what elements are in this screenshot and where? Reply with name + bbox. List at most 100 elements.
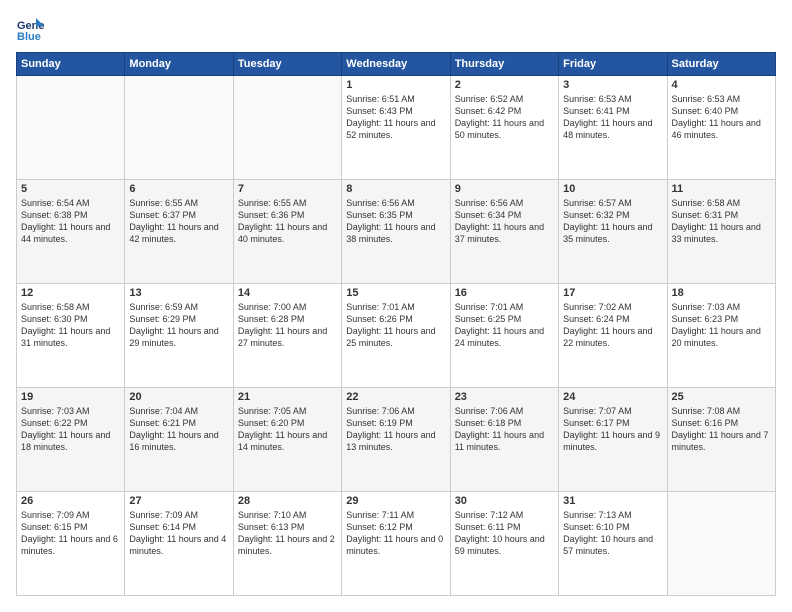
cell-info: Sunrise: 6:51 AMSunset: 6:43 PMDaylight:… <box>346 93 445 142</box>
calendar-cell: 18Sunrise: 7:03 AMSunset: 6:23 PMDayligh… <box>667 284 775 388</box>
calendar-week-1: 1 Sunrise: 6:51 AMSunset: 6:43 PMDaylight… <box>17 76 776 180</box>
cell-info: Sunrise: 7:06 AMSunset: 6:19 PMDaylight:… <box>346 405 445 454</box>
cell-info: Sunrise: 7:08 AMSunset: 6:16 PMDaylight:… <box>672 405 771 454</box>
calendar-cell: 8 Sunrise: 6:56 AMSunset: 6:35 PMDaylight… <box>342 180 450 284</box>
day-number: 18 <box>672 287 771 299</box>
cell-info: Sunrise: 6:54 AMSunset: 6:38 PMDaylight:… <box>21 197 120 246</box>
calendar-cell: 16 Sunrise: 7:01 AMSunset: 6:25 PMDayligh… <box>450 284 558 388</box>
calendar-cell: 7Sunrise: 6:55 AMSunset: 6:36 PMDaylight… <box>233 180 341 284</box>
calendar-cell: 5 Sunrise: 6:54 AMSunset: 6:38 PMDaylight… <box>17 180 125 284</box>
calendar-week-2: 5 Sunrise: 6:54 AMSunset: 6:38 PMDaylight… <box>17 180 776 284</box>
cell-info: Sunrise: 6:53 AMSunset: 6:40 PMDaylight:… <box>672 93 771 142</box>
day-header-sunday: Sunday <box>17 53 125 76</box>
calendar-cell: 24 Sunrise: 7:07 AMSunset: 6:17 PMDayligh… <box>559 388 667 492</box>
day-number: 14 <box>238 287 337 299</box>
cell-info: Sunrise: 6:57 AMSunset: 6:32 PMDaylight:… <box>563 197 662 246</box>
day-number: 17 <box>563 287 662 299</box>
cell-info: Sunrise: 7:07 AMSunset: 6:17 PMDaylight:… <box>563 405 662 454</box>
cell-info: Sunrise: 6:55 AMSunset: 6:36 PMDaylight:… <box>238 197 337 246</box>
day-header-thursday: Thursday <box>450 53 558 76</box>
calendar-cell: 4 Sunrise: 6:53 AMSunset: 6:40 PMDaylight… <box>667 76 775 180</box>
cell-info: Sunrise: 7:12 AMSunset: 6:11 PMDaylight:… <box>455 509 554 558</box>
day-number: 16 <box>455 287 554 299</box>
cell-info: Sunrise: 7:09 AMSunset: 6:15 PMDaylight:… <box>21 509 120 558</box>
svg-text:Blue: Blue <box>17 31 41 43</box>
day-number: 10 <box>563 183 662 195</box>
day-number: 30 <box>455 495 554 507</box>
cell-info: Sunrise: 7:01 AMSunset: 6:26 PMDaylight:… <box>346 301 445 350</box>
calendar-cell: 15Sunrise: 7:01 AMSunset: 6:26 PMDayligh… <box>342 284 450 388</box>
cell-info: Sunrise: 7:02 AMSunset: 6:24 PMDaylight:… <box>563 301 662 350</box>
calendar-cell: 3 Sunrise: 6:53 AMSunset: 6:41 PMDaylight… <box>559 76 667 180</box>
day-number: 19 <box>21 391 120 403</box>
day-number: 21 <box>238 391 337 403</box>
day-number: 27 <box>129 495 228 507</box>
cell-info: Sunrise: 7:10 AMSunset: 6:13 PMDaylight:… <box>238 509 337 558</box>
logo-icon: General Blue <box>16 16 44 44</box>
day-number: 5 <box>21 183 120 195</box>
day-number: 25 <box>672 391 771 403</box>
calendar-cell: 27 Sunrise: 7:09 AMSunset: 6:14 PMDayligh… <box>125 492 233 596</box>
calendar-cell <box>125 76 233 180</box>
day-number: 11 <box>672 183 771 195</box>
cell-info: Sunrise: 6:56 AMSunset: 6:34 PMDaylight:… <box>455 197 554 246</box>
day-number: 29 <box>346 495 445 507</box>
calendar-cell: 21 Sunrise: 7:05 AMSunset: 6:20 PMDayligh… <box>233 388 341 492</box>
calendar-cell: 29 Sunrise: 7:11 AMSunset: 6:12 PMDayligh… <box>342 492 450 596</box>
calendar-cell: 13 Sunrise: 6:59 AMSunset: 6:29 PMDayligh… <box>125 284 233 388</box>
cell-info: Sunrise: 7:11 AMSunset: 6:12 PMDaylight:… <box>346 509 445 558</box>
calendar-cell: 23Sunrise: 7:06 AMSunset: 6:18 PMDayligh… <box>450 388 558 492</box>
calendar-cell: 1 Sunrise: 6:51 AMSunset: 6:43 PMDaylight… <box>342 76 450 180</box>
day-number: 4 <box>672 79 771 91</box>
day-number: 26 <box>21 495 120 507</box>
calendar-cell: 12 Sunrise: 6:58 AMSunset: 6:30 PMDayligh… <box>17 284 125 388</box>
calendar-cell: 30 Sunrise: 7:12 AMSunset: 6:11 PMDayligh… <box>450 492 558 596</box>
calendar-cell: 31Sunrise: 7:13 AMSunset: 6:10 PMDayligh… <box>559 492 667 596</box>
day-number: 13 <box>129 287 228 299</box>
day-number: 22 <box>346 391 445 403</box>
day-number: 31 <box>563 495 662 507</box>
calendar-cell: 26 Sunrise: 7:09 AMSunset: 6:15 PMDayligh… <box>17 492 125 596</box>
cell-info: Sunrise: 6:56 AMSunset: 6:35 PMDaylight:… <box>346 197 445 246</box>
day-number: 8 <box>346 183 445 195</box>
cell-info: Sunrise: 7:03 AMSunset: 6:22 PMDaylight:… <box>21 405 120 454</box>
page: General Blue SundayMondayTuesdayWednesda… <box>0 0 792 612</box>
day-number: 3 <box>563 79 662 91</box>
day-number: 9 <box>455 183 554 195</box>
calendar-cell <box>667 492 775 596</box>
day-header-tuesday: Tuesday <box>233 53 341 76</box>
calendar-cell: 22 Sunrise: 7:06 AMSunset: 6:19 PMDayligh… <box>342 388 450 492</box>
day-number: 28 <box>238 495 337 507</box>
calendar-cell: 25 Sunrise: 7:08 AMSunset: 6:16 PMDayligh… <box>667 388 775 492</box>
day-number: 24 <box>563 391 662 403</box>
cell-info: Sunrise: 6:58 AMSunset: 6:31 PMDaylight:… <box>672 197 771 246</box>
cell-info: Sunrise: 6:59 AMSunset: 6:29 PMDaylight:… <box>129 301 228 350</box>
calendar-cell <box>17 76 125 180</box>
day-number: 1 <box>346 79 445 91</box>
calendar-table: SundayMondayTuesdayWednesdayThursdayFrid… <box>16 52 776 596</box>
cell-info: Sunrise: 7:00 AMSunset: 6:28 PMDaylight:… <box>238 301 337 350</box>
calendar-cell <box>233 76 341 180</box>
day-number: 2 <box>455 79 554 91</box>
calendar-cell: 19 Sunrise: 7:03 AMSunset: 6:22 PMDayligh… <box>17 388 125 492</box>
day-number: 12 <box>21 287 120 299</box>
calendar-cell: 28 Sunrise: 7:10 AMSunset: 6:13 PMDayligh… <box>233 492 341 596</box>
cell-info: Sunrise: 7:05 AMSunset: 6:20 PMDaylight:… <box>238 405 337 454</box>
calendar-header-row: SundayMondayTuesdayWednesdayThursdayFrid… <box>17 53 776 76</box>
day-header-friday: Friday <box>559 53 667 76</box>
day-header-saturday: Saturday <box>667 53 775 76</box>
calendar-cell: 6Sunrise: 6:55 AMSunset: 6:37 PMDaylight… <box>125 180 233 284</box>
cell-info: Sunrise: 6:58 AMSunset: 6:30 PMDaylight:… <box>21 301 120 350</box>
day-header-monday: Monday <box>125 53 233 76</box>
day-number: 20 <box>129 391 228 403</box>
header: General Blue <box>16 16 776 44</box>
cell-info: Sunrise: 7:01 AMSunset: 6:25 PMDaylight:… <box>455 301 554 350</box>
cell-info: Sunrise: 6:53 AMSunset: 6:41 PMDaylight:… <box>563 93 662 142</box>
cell-info: Sunrise: 6:55 AMSunset: 6:37 PMDaylight:… <box>129 197 228 246</box>
calendar-cell: 2 Sunrise: 6:52 AMSunset: 6:42 PMDaylight… <box>450 76 558 180</box>
cell-info: Sunrise: 7:09 AMSunset: 6:14 PMDaylight:… <box>129 509 228 558</box>
logo: General Blue <box>16 16 48 44</box>
cell-info: Sunrise: 6:52 AMSunset: 6:42 PMDaylight:… <box>455 93 554 142</box>
day-number: 23 <box>455 391 554 403</box>
calendar-cell: 9 Sunrise: 6:56 AMSunset: 6:34 PMDaylight… <box>450 180 558 284</box>
